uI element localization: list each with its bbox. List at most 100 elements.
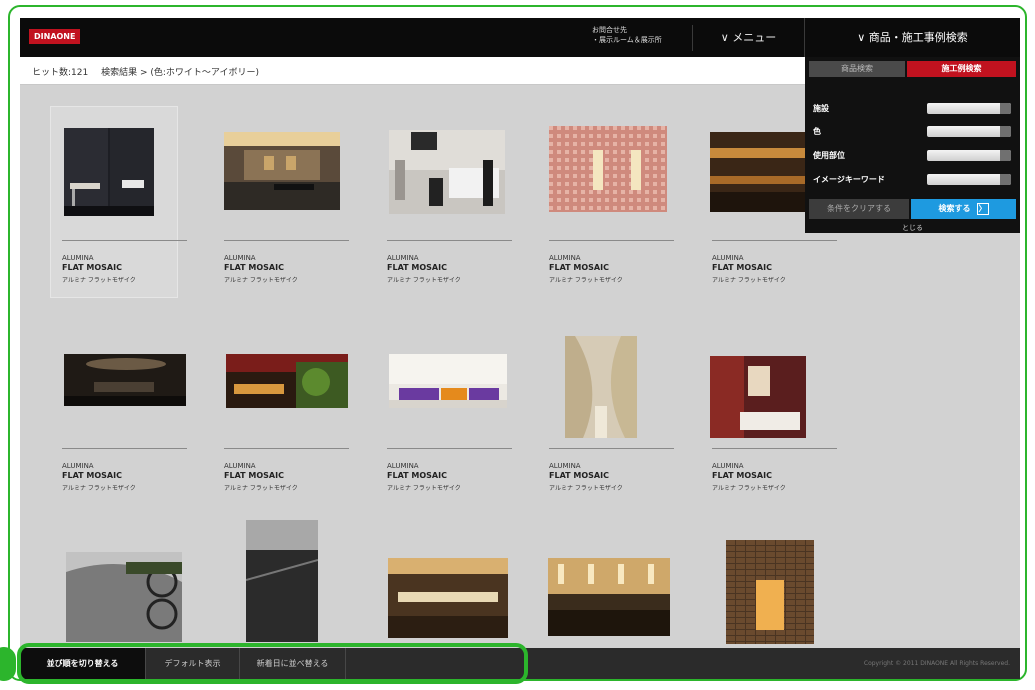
product-card[interactable]: ALUMINA FLAT MOSAIC アルミナ フラットモザイク [375,106,512,298]
color-select[interactable] [927,126,1011,137]
product-name: FLAT MOSAIC [62,263,122,272]
filter-row-usage: 使用部位 [811,148,1016,166]
product-thumbnail[interactable] [64,128,154,216]
product-thumbnail[interactable] [66,552,182,642]
product-name-ja: アルミナ フラットモザイク [549,277,623,284]
product-card[interactable]: ALUMINA FLAT MOSAIC アルミナ フラットモザイク [50,106,187,298]
product-grid: ALUMINA FLAT MOSAIC アルミナ フラットモザイク ALUMIN… [50,106,840,666]
search-button[interactable]: 検索する〉 [911,199,1016,219]
tab-case-search[interactable]: 施工例検索 [907,61,1016,77]
keyword-select[interactable] [927,174,1011,185]
product-series: ALUMINA [387,254,419,262]
product-thumbnail[interactable] [710,132,806,212]
product-series: ALUMINA [712,462,744,470]
card-divider [712,240,837,241]
product-name-ja: アルミナ フラットモザイク [549,485,623,492]
card-divider [62,448,187,449]
filter-row-color: 色 [811,124,1016,142]
product-name-ja: アルミナ フラットモザイク [712,277,786,284]
product-thumbnail[interactable] [388,558,508,638]
product-name: FLAT MOSAIC [549,471,609,480]
annotation-marker [0,647,16,681]
product-thumbnail[interactable] [246,520,318,642]
brand-logo[interactable]: DINAONE [29,29,81,44]
product-card[interactable]: ALUMINA FLAT MOSAIC アルミナ フラットモザイク [375,314,512,506]
product-card[interactable]: ALUMINA FLAT MOSAIC アルミナ フラットモザイク [50,314,187,506]
filter-label: 施設 [813,104,829,113]
product-series: ALUMINA [62,462,94,470]
product-name-ja: アルミナ フラットモザイク [62,277,136,284]
filter-label: 使用部位 [813,151,845,160]
card-divider [62,240,187,241]
product-name: FLAT MOSAIC [62,471,122,480]
chevron-right-icon: 〉 [976,202,989,215]
dropdown-arrow-icon [1000,174,1011,185]
product-card[interactable]: ALUMINA FLAT MOSAIC アルミナ フラットモザイク [212,106,349,298]
product-card[interactable]: ALUMINA FLAT MOSAIC アルミナ フラットモザイク [212,314,349,506]
product-name-ja: アルミナ フラットモザイク [712,485,786,492]
product-thumbnail[interactable] [226,354,348,408]
product-thumbnail[interactable] [548,558,670,636]
showroom-link[interactable]: お問合せ先 ・展示ルーム＆展示所 [588,25,693,51]
annotation-highlight [17,643,528,684]
product-series: ALUMINA [549,462,581,470]
filter-row-facility: 施設 [811,101,1016,119]
breadcrumb-path: 検索結果 > (色:ホワイト〜アイボリー) [101,68,259,78]
card-divider [387,240,512,241]
product-name-ja: アルミナ フラットモザイク [224,485,298,492]
product-name-ja: アルミナ フラットモザイク [224,277,298,284]
close-panel-link[interactable]: とじる [805,223,1020,233]
product-name-ja: アルミナ フラットモザイク [62,485,136,492]
filter-row-keyword: イメージキーワード [811,172,1016,190]
search-panel: 商品検索 施工例検索 施設 色 使用部位 イメージキーワード 条件をクリアする … [805,57,1020,233]
product-thumbnail[interactable] [389,130,505,214]
product-thumbnail[interactable] [726,540,814,644]
breadcrumb: ヒット数:121 検索結果 > (色:ホワイト〜アイボリー) [32,65,269,78]
product-name: FLAT MOSAIC [712,263,772,272]
search-button-label: 検索する [938,204,971,213]
clear-conditions-button[interactable]: 条件をクリアする [809,199,909,219]
card-divider [549,448,674,449]
top-navigation-bar: DINAONE お問合せ先 ・展示ルーム＆展示所 ∨ メニュー ∨ 商品・施工事… [20,18,1020,57]
product-card[interactable]: ALUMINA FLAT MOSAIC アルミナ フラットモザイク [700,314,837,506]
product-thumbnail[interactable] [64,354,186,406]
hit-count: ヒット数:121 [32,68,89,78]
product-series: ALUMINA [62,254,94,262]
product-series: ALUMINA [224,462,256,470]
product-thumbnail[interactable] [710,356,806,438]
dropdown-arrow-icon [1000,126,1011,137]
product-thumbnail[interactable] [565,336,637,438]
filter-label: イメージキーワード [813,175,885,184]
product-name: FLAT MOSAIC [549,263,609,272]
product-series: ALUMINA [224,254,256,262]
product-name-ja: アルミナ フラットモザイク [387,277,461,284]
product-search-toggle[interactable]: ∨ 商品・施工事例検索 [805,18,1020,57]
product-series: ALUMINA [387,462,419,470]
product-name: FLAT MOSAIC [712,471,772,480]
card-divider [387,448,512,449]
usage-select[interactable] [927,150,1011,161]
product-thumbnail[interactable] [549,126,667,212]
dropdown-arrow-icon [1000,103,1011,114]
product-card[interactable]: ALUMINA FLAT MOSAIC アルミナ フラットモザイク [537,314,674,506]
product-thumbnail[interactable] [389,354,507,408]
product-series: ALUMINA [712,254,744,262]
product-name: FLAT MOSAIC [224,263,284,272]
card-divider [712,448,837,449]
breadcrumb-bar: ヒット数:121 検索結果 > (色:ホワイト〜アイボリー) [20,57,806,85]
product-series: ALUMINA [549,254,581,262]
tab-product-search[interactable]: 商品検索 [809,61,905,77]
app-window: DINAONE お問合せ先 ・展示ルーム＆展示所 ∨ メニュー ∨ 商品・施工事… [20,18,1020,679]
menu-button[interactable]: ∨ メニュー [693,18,805,57]
product-name: FLAT MOSAIC [387,471,447,480]
product-name-ja: アルミナ フラットモザイク [387,485,461,492]
dropdown-arrow-icon [1000,150,1011,161]
card-divider [224,240,349,241]
card-divider [549,240,674,241]
filter-label: 色 [813,127,821,136]
copyright-text: Copyright © 2011 DINAONE All Rights Rese… [863,660,1010,667]
facility-select[interactable] [927,103,1011,114]
product-name: FLAT MOSAIC [387,263,447,272]
product-thumbnail[interactable] [224,132,340,210]
product-card[interactable]: ALUMINA FLAT MOSAIC アルミナ フラットモザイク [537,106,674,298]
